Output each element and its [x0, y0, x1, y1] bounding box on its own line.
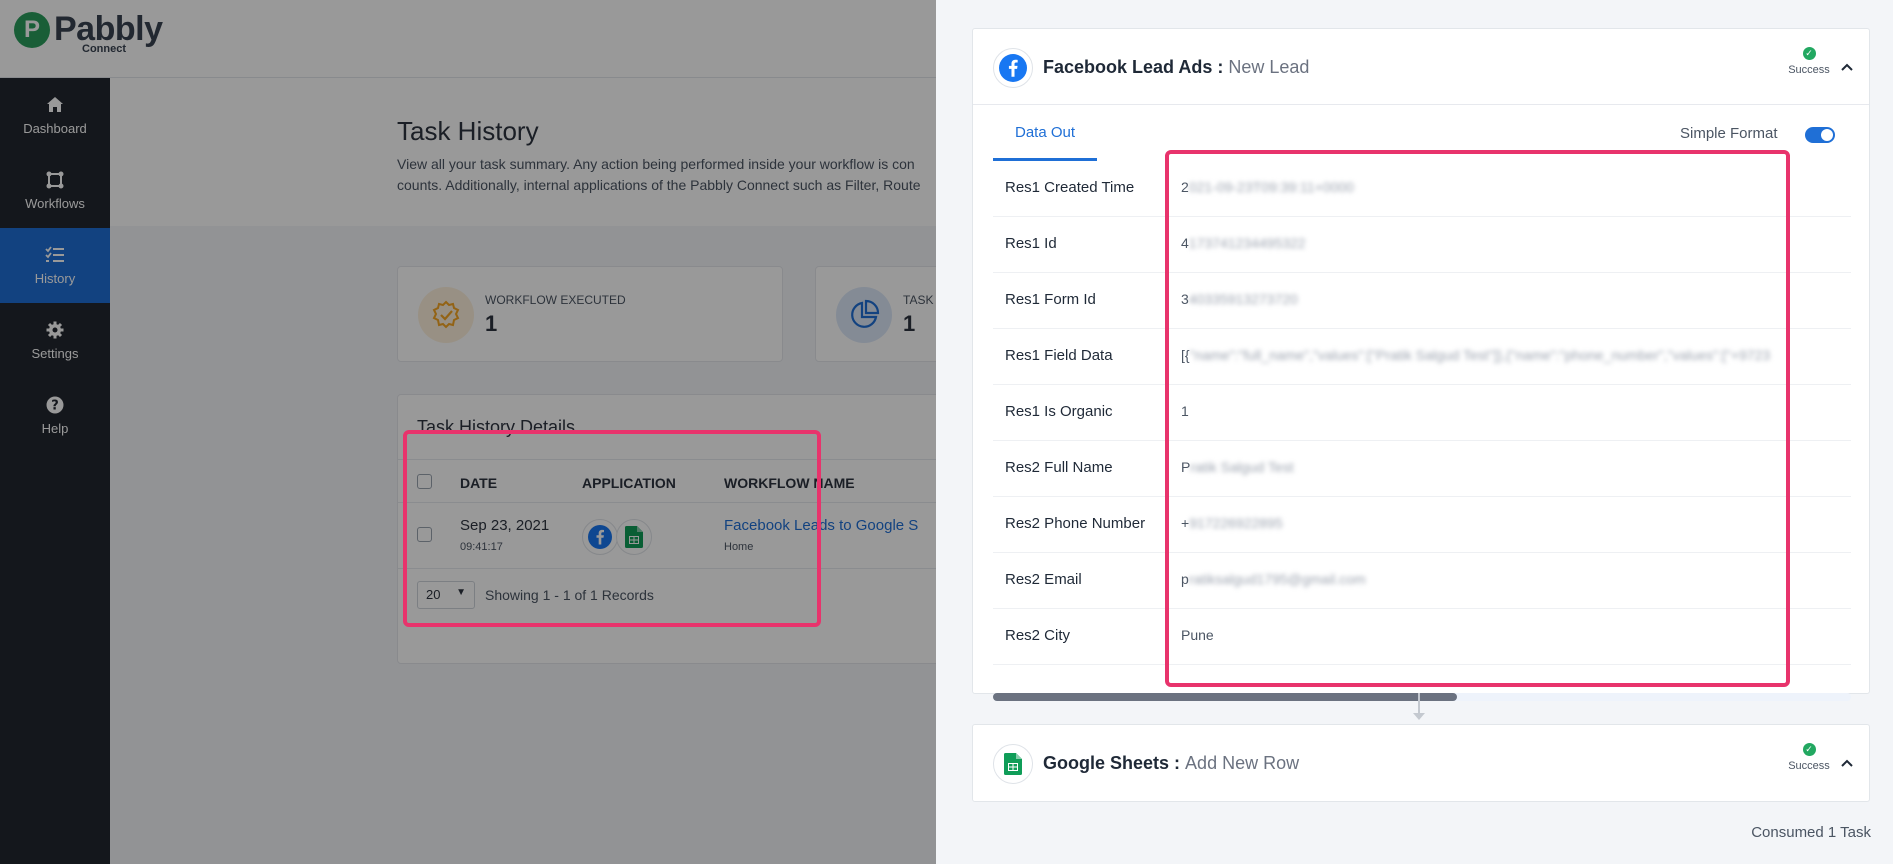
field-key: Res2 Full Name: [1005, 459, 1113, 476]
tab-data-out[interactable]: Data Out: [993, 105, 1097, 161]
toggle-knob: [1821, 129, 1833, 141]
highlight-annotation-left: [403, 430, 821, 627]
status-badge: ✓ Success: [1779, 743, 1839, 772]
step-header[interactable]: Google Sheets : Add New Row ✓ Success: [973, 725, 1869, 801]
field-key: Res1 Is Organic: [1005, 403, 1113, 420]
field-key: Res1 Form Id: [1005, 291, 1096, 308]
check-icon: ✓: [1802, 47, 1816, 60]
arrow-down-icon: [1413, 713, 1425, 720]
status-text: Success: [1788, 760, 1830, 772]
check-icon: ✓: [1802, 743, 1816, 756]
simple-format-toggle[interactable]: [1805, 127, 1835, 143]
step-app-name: Facebook Lead Ads :: [1043, 57, 1224, 77]
simple-format-label: Simple Format: [1680, 125, 1778, 142]
step-event-name: Add New Row: [1185, 753, 1300, 773]
chevron-up-icon[interactable]: [1837, 753, 1857, 773]
horizontal-scrollbar[interactable]: [993, 693, 1851, 701]
status-text: Success: [1788, 64, 1830, 76]
consumed-tasks-text: Consumed 1 Task: [1751, 824, 1871, 841]
step-title: Google Sheets : Add New Row: [1043, 753, 1299, 774]
step-event-name: New Lead: [1228, 57, 1310, 77]
chevron-up-icon[interactable]: [1837, 57, 1857, 77]
step-card-google-sheets: Google Sheets : Add New Row ✓ Success: [972, 724, 1870, 802]
step-app-name: Google Sheets :: [1043, 753, 1181, 773]
field-key: Res2 City: [1005, 627, 1071, 644]
facebook-icon: [993, 48, 1033, 88]
field-key: Res2 Email: [1005, 571, 1082, 588]
step-header[interactable]: Facebook Lead Ads : New Lead ✓ Success: [973, 29, 1869, 105]
field-key: Res1 Field Data: [1005, 347, 1113, 364]
status-badge: ✓ Success: [1779, 47, 1839, 76]
field-key: Res2 Phone Number: [1005, 515, 1146, 532]
google-sheets-icon: [993, 744, 1033, 784]
step-title: Facebook Lead Ads : New Lead: [1043, 57, 1309, 78]
highlight-annotation-right: [1165, 150, 1790, 687]
scrollbar-thumb[interactable]: [993, 693, 1457, 701]
field-key: Res1 Id: [1005, 235, 1057, 252]
field-key: Res1 Created Time: [1005, 179, 1135, 196]
